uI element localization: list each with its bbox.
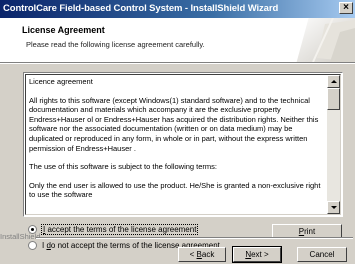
license-paragraph: Licence agreement bbox=[29, 77, 93, 86]
close-button[interactable]: × bbox=[339, 2, 353, 14]
vertical-scrollbar[interactable] bbox=[327, 75, 340, 214]
scroll-up-button[interactable] bbox=[327, 75, 340, 88]
arrow-up-icon bbox=[331, 80, 337, 83]
close-icon: × bbox=[343, 2, 349, 13]
wizard-header: License Agreement Please read the follow… bbox=[0, 18, 355, 63]
window-title: ControlCare Field-based Control System -… bbox=[3, 3, 279, 14]
license-text: Licence agreement All rights to this sof… bbox=[29, 77, 325, 209]
next-button[interactable]: Next > bbox=[232, 246, 282, 263]
title-bar: ControlCare Field-based Control System -… bbox=[0, 0, 355, 18]
header-graphic-icon bbox=[255, 18, 355, 62]
arrow-down-icon bbox=[331, 206, 337, 209]
decline-radio[interactable] bbox=[28, 240, 37, 250]
license-paragraph: All rights to this software (except Wind… bbox=[29, 95, 319, 153]
back-button[interactable]: < Back bbox=[178, 247, 226, 262]
scroll-down-button[interactable] bbox=[327, 201, 340, 214]
cancel-button[interactable]: Cancel bbox=[297, 247, 347, 262]
header-divider bbox=[0, 63, 355, 64]
page-subtitle: Please read the following license agreem… bbox=[26, 40, 205, 49]
scroll-thumb[interactable] bbox=[327, 88, 340, 110]
accept-option[interactable]: I accept the terms of the license agreem… bbox=[28, 223, 199, 235]
installshield-brand: InstallShield bbox=[0, 232, 41, 241]
page-title: License Agreement bbox=[22, 25, 105, 35]
accept-label[interactable]: I accept the terms of the license agreem… bbox=[40, 223, 199, 235]
license-paragraph: The use of this software is subject to t… bbox=[29, 162, 218, 172]
license-text-area[interactable]: Licence agreement All rights to this sof… bbox=[23, 72, 343, 217]
license-paragraph: Only the end user is allowed to use the … bbox=[29, 180, 321, 200]
